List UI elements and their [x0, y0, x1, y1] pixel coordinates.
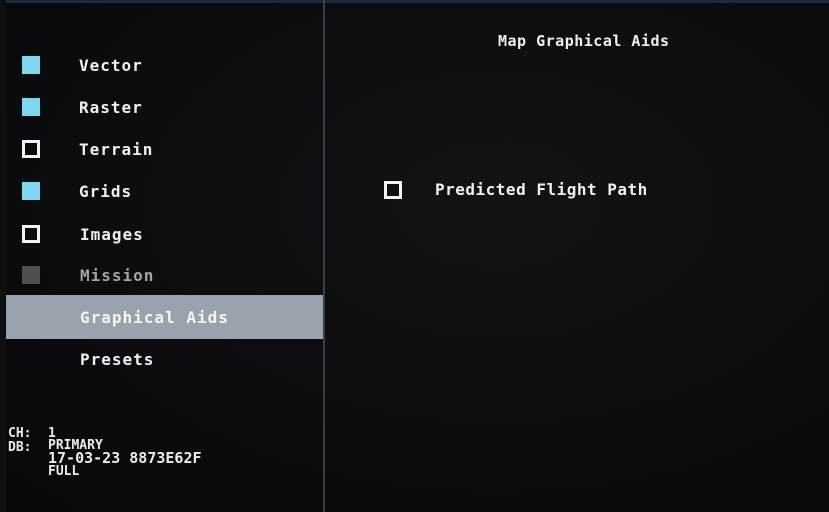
layer-menu: Vector Raster Terrain Grids Images Missi…: [0, 0, 324, 512]
option-label: Predicted Flight Path: [435, 180, 648, 199]
menu-item-grids[interactable]: Grids: [6, 170, 324, 212]
menu-item-label: Grids: [79, 181, 133, 201]
checkbox-checked-icon[interactable]: [22, 182, 40, 200]
checkbox-unchecked-icon[interactable]: [384, 180, 402, 199]
menu-item-label: Graphical Aids: [80, 307, 229, 327]
menu-item-raster[interactable]: Raster: [6, 86, 324, 128]
option-predicted-flight-path[interactable]: Predicted Flight Path: [382, 180, 648, 199]
menu-item-mission[interactable]: Mission: [6, 254, 324, 296]
database-date-id: 17-03-23 8873E62F: [48, 449, 202, 467]
database-mode: FULL: [48, 464, 80, 479]
checkbox-checked-icon[interactable]: [22, 98, 40, 116]
menu-item-label: Vector: [79, 55, 143, 75]
display-screen: Vector Raster Terrain Grids Images Missi…: [0, 0, 829, 512]
menu-item-label: Images: [80, 224, 144, 244]
menu-item-vector[interactable]: Vector: [6, 44, 324, 86]
panel-title: Map Graphical Aids: [498, 32, 670, 50]
menu-item-label: Terrain: [79, 139, 154, 159]
menu-item-label: Mission: [80, 265, 155, 285]
checkbox-unchecked-icon[interactable]: [22, 140, 40, 158]
menu-item-label: Raster: [79, 97, 143, 117]
menu-item-terrain[interactable]: Terrain: [6, 128, 324, 170]
menu-item-presets[interactable]: Presets: [6, 338, 324, 380]
database-label: DB:: [8, 440, 32, 455]
checkbox-disabled-icon: [22, 266, 40, 284]
menu-item-label: Presets: [80, 349, 155, 369]
checkbox-unchecked-icon[interactable]: [22, 225, 40, 243]
checkbox-checked-icon[interactable]: [22, 56, 40, 74]
menu-item-graphical-aids[interactable]: Graphical Aids: [6, 295, 324, 339]
pane-divider: [323, 0, 325, 512]
menu-item-images[interactable]: Images: [6, 213, 324, 255]
channel-label: CH:: [8, 426, 32, 441]
